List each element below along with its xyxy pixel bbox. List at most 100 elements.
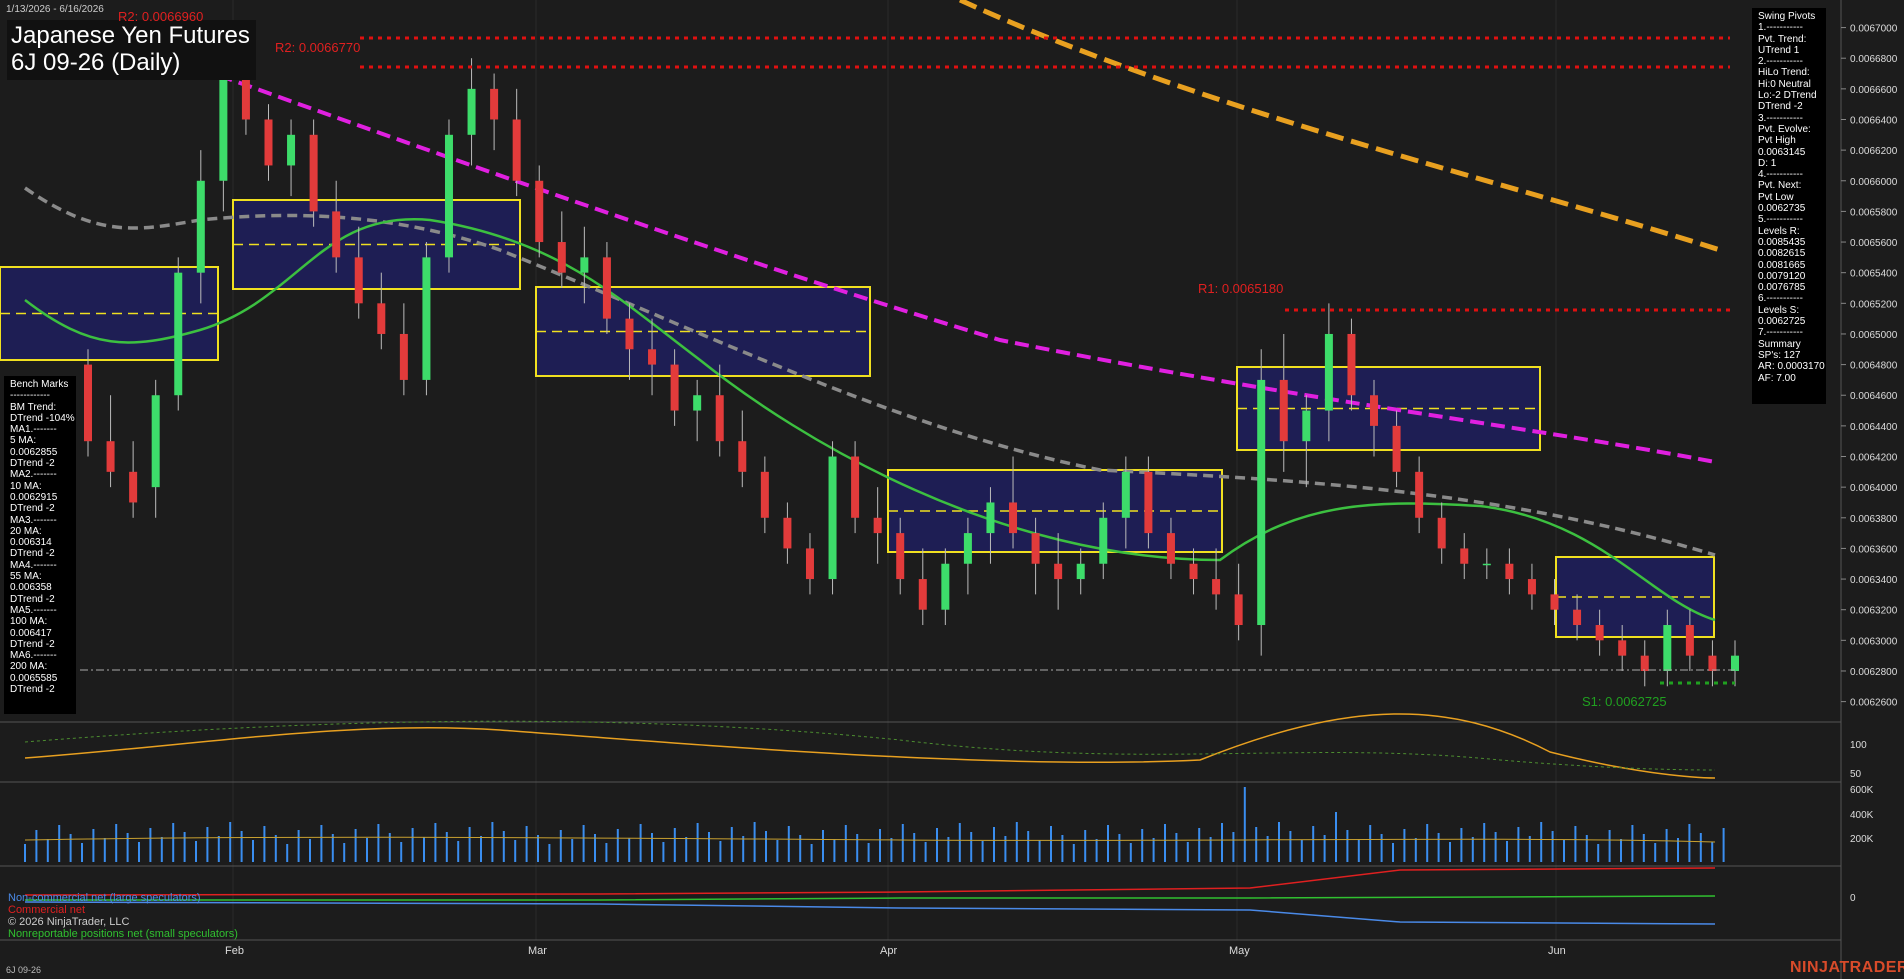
- candle-body: [1099, 517, 1108, 564]
- candle-body: [1573, 609, 1582, 626]
- candle-body: [1550, 594, 1559, 610]
- candle-body: [557, 242, 566, 273]
- bench-mark-line: 10 MA:: [10, 480, 42, 492]
- swing-pivot-line: 0.0085435: [1758, 236, 1806, 248]
- swing-pivot-line: AR: 0.0003170: [1758, 361, 1825, 373]
- candle-body: [715, 395, 724, 442]
- candle-body: [1618, 640, 1627, 656]
- swing-pivot-line: Levels S:: [1758, 304, 1800, 316]
- candle-body: [941, 563, 950, 610]
- nonreportable-legend: Nonreportable positions net (small specu…: [8, 928, 238, 940]
- candle-body: [1076, 563, 1085, 580]
- price-tick-label: 0.0065200: [1850, 299, 1898, 310]
- bench-mark-line: Bench Marks: [10, 379, 69, 390]
- swing-pivot-line: D: 1: [1758, 157, 1777, 169]
- candle-body: [151, 395, 160, 488]
- bench-mark-line: 55 MA:: [10, 571, 42, 583]
- price-tick-label: 0.0065800: [1850, 207, 1898, 218]
- candle-body: [399, 333, 408, 380]
- candle-body: [805, 548, 814, 580]
- candle-body: [264, 119, 273, 166]
- copyright: © 2026 NinjaTrader, LLC: [8, 916, 130, 928]
- month-label: May: [1229, 945, 1250, 957]
- oscillator-tick-label: 100: [1850, 740, 1867, 751]
- candle-body: [490, 88, 499, 120]
- candle-body: [580, 257, 589, 273]
- date-range: 1/13/2026 - 6/16/2026: [6, 4, 104, 15]
- bench-mark-line: 0.0065585: [10, 672, 58, 684]
- price-chart[interactable]: 0.0067000 0.0066800 0.0066600 0.0066400 0.00…: [0, 0, 1904, 979]
- candle-body: [625, 318, 634, 350]
- candle-body: [1031, 533, 1040, 564]
- bench-mark-line: 100 MA:: [10, 616, 48, 628]
- bench-mark-line: MA1.-------: [10, 424, 57, 436]
- bench-mark-line: DTrend -2: [10, 548, 55, 560]
- candle-body: [1166, 533, 1175, 564]
- bench-mark-line: 0.0062915: [10, 491, 58, 503]
- volume-tick-label: 400K: [1850, 810, 1874, 821]
- month-label: Feb: [225, 945, 244, 957]
- candle-body: [851, 456, 860, 518]
- candle-body: [1370, 395, 1379, 426]
- candle-body: [896, 533, 905, 580]
- swing-pivot-line: Lo:-2 DTrend: [1758, 90, 1817, 102]
- candle-body: [174, 272, 183, 396]
- price-tick-label: 0.0067000: [1850, 24, 1898, 35]
- price-tick-label: 0.0064400: [1850, 422, 1898, 433]
- bench-mark-line: DTrend -2: [10, 503, 55, 515]
- swing-pivot-line: 2.-----------: [1758, 56, 1803, 68]
- candle-body: [602, 257, 611, 319]
- bench-mark-line: 0.006417: [10, 627, 52, 639]
- month-label: Apr: [880, 945, 897, 957]
- bench-mark-line: 200 MA:: [10, 661, 48, 673]
- candle-body: [1708, 655, 1717, 671]
- bench-mark-line: 0.006314: [10, 537, 52, 549]
- candle-body: [535, 180, 544, 243]
- candle-body: [1482, 563, 1491, 566]
- candle-body: [1212, 579, 1221, 595]
- candle-body: [1189, 563, 1198, 580]
- swing-pivot-line: Hi:0 Neutral: [1758, 78, 1811, 90]
- price-tick-label: 0.0064000: [1850, 483, 1898, 494]
- bench-mark-line: 0.0062855: [10, 446, 58, 458]
- candle-body: [918, 579, 927, 610]
- volume-tick-label: 200K: [1850, 834, 1874, 845]
- swing-pivot-line: AF: 7.00: [1758, 372, 1796, 384]
- bench-mark-line: BM Trend:: [10, 401, 57, 413]
- swing-pivot-line: 7.-----------: [1758, 327, 1803, 339]
- price-tick-label: 0.0065000: [1850, 330, 1898, 341]
- swing-pivot-line: 0.0079120: [1758, 270, 1806, 282]
- price-tick-label: 0.0063400: [1850, 575, 1898, 586]
- candle-body: [332, 211, 341, 258]
- bench-marks-panel: Bench Marks ------------ BM Trend: DTrend -…: [4, 376, 76, 714]
- candle-body: [1054, 563, 1063, 580]
- candle-body: [196, 180, 205, 273]
- candle-body: [1595, 625, 1604, 641]
- bench-mark-line: 20 MA:: [10, 525, 42, 537]
- candle-body: [287, 134, 296, 166]
- r2-top-label: R2: 0.0066960: [118, 9, 204, 24]
- bench-mark-line: MA6.-------: [10, 650, 57, 662]
- swing-pivot-line: 0.0063145: [1758, 146, 1806, 158]
- candle-body: [986, 502, 995, 534]
- candle-body: [444, 134, 453, 258]
- candle-body: [309, 134, 318, 212]
- commercial-legend: Commercial net: [8, 904, 86, 916]
- chart-title: Japanese Yen Futures 6J 09-26 (Daily): [7, 20, 256, 80]
- contract-label: 6J 09-26 (Daily): [11, 49, 181, 76]
- candle-body: [1009, 502, 1018, 534]
- swing-pivot-line: 0.0062735: [1758, 203, 1806, 215]
- candle-body: [106, 441, 115, 472]
- bench-mark-line: 0.006358: [10, 582, 52, 594]
- swing-pivot-line: 4.-----------: [1758, 169, 1803, 181]
- candle-body: [129, 471, 138, 503]
- month-label: Jun: [1548, 945, 1566, 957]
- candle-body: [1392, 425, 1401, 472]
- candle-body: [1302, 410, 1311, 442]
- s1-label: S1: 0.0062725: [1582, 694, 1667, 709]
- candle-body: [422, 257, 431, 380]
- price-tick-label: 0.0066400: [1850, 115, 1898, 126]
- swing-pivot-line: 1.-----------: [1758, 22, 1803, 34]
- swing-pivot-line: 0.0082615: [1758, 248, 1806, 260]
- swing-pivot-line: 0.0076785: [1758, 282, 1806, 294]
